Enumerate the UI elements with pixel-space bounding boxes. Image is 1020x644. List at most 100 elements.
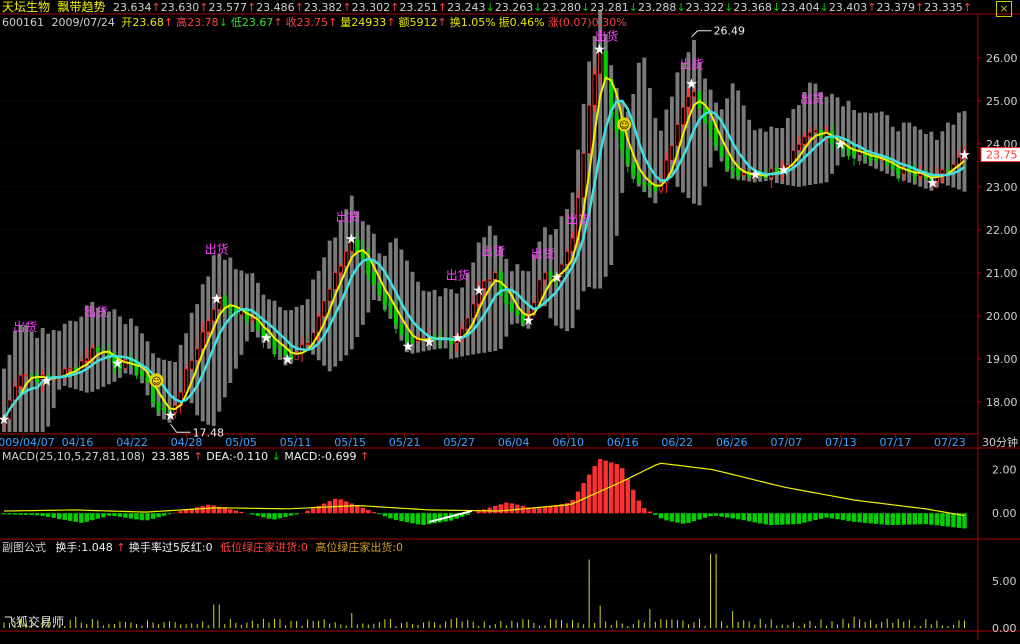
y-tick-label: 0.00 — [992, 622, 1017, 635]
star-icon: ★ — [685, 77, 698, 93]
dea-line — [3, 462, 965, 517]
candle-body — [802, 136, 807, 145]
candle-body — [669, 145, 674, 161]
high-signal-value: 高位绿庄家出货:0 — [315, 541, 404, 554]
candle-body — [277, 346, 283, 349]
arrow-up-icon: ↑ — [116, 541, 126, 554]
quote-strip: 开23.68↑ 高23.78↓ 低23.67↑ 收23.75↑ 量24933↑ 额5912… — [118, 16, 626, 29]
star-icon: ★ — [473, 283, 486, 299]
candle-body — [542, 272, 548, 281]
candle-body — [708, 122, 713, 129]
candle-body — [322, 300, 327, 317]
ticker-price: 23.404 — [781, 1, 820, 14]
candle-body — [719, 145, 724, 157]
ticker-price: 23.634 — [113, 1, 152, 14]
candle-body — [184, 368, 189, 393]
star-icon: ★ — [111, 356, 124, 372]
signal-label: 出货 — [531, 246, 555, 261]
stock-name: 天坛生物 — [2, 0, 51, 14]
turnover-value: 换手:1.048 — [55, 541, 113, 554]
candle-body — [344, 251, 349, 267]
y-tick-label: 21.00 — [986, 267, 1018, 280]
price-label-leader — [170, 423, 191, 433]
candle-body — [620, 129, 625, 150]
candle-body — [945, 169, 950, 172]
arrow-down-icon: ↓ — [724, 1, 734, 14]
sub-title: 副图公式 — [2, 541, 46, 554]
candle-body — [211, 309, 216, 322]
x-tick-label: 06/10 — [552, 436, 584, 449]
star-icon: ★ — [0, 412, 10, 428]
candle-body — [12, 385, 18, 401]
candle-body — [741, 172, 746, 176]
ticker-price: 23.288 — [637, 1, 677, 14]
y-tick-label: 0.00 — [992, 507, 1017, 520]
signal-label: 出货 — [680, 57, 704, 72]
arrow-down-icon: ↓ — [581, 1, 591, 14]
candle-body — [388, 303, 393, 309]
ticker-price: 23.368 — [733, 1, 772, 14]
current-price-label: 23.75 — [986, 149, 1018, 162]
y-tick-label: 26.00 — [986, 52, 1018, 65]
y-tick-label: 25.00 — [986, 95, 1018, 108]
arrow-up-icon: ↑ — [437, 1, 448, 14]
x-tick-label: 05/27 — [443, 436, 475, 449]
candle-body — [493, 272, 498, 280]
arrow-up-icon: ↑ — [915, 1, 925, 14]
y-tick-label: 20.00 — [986, 310, 1018, 323]
quote-item: 收23.75 — [285, 16, 329, 29]
candle-body — [537, 279, 542, 304]
signal-label: 出货 — [481, 244, 505, 259]
star-icon: ★ — [164, 408, 177, 424]
smiley-icon: ☺ — [151, 376, 161, 387]
chart-window: 18.00 19.00 20.00 21.00 22.00 23.00 24.00 25.00… — [0, 0, 1020, 644]
arrow-down-icon: ↓ — [628, 1, 638, 14]
candle-body — [686, 96, 691, 108]
quote-item: 量24933 — [340, 16, 387, 29]
star-icon: ★ — [926, 176, 939, 192]
star-icon: ★ — [451, 330, 464, 346]
ticker-price: 23.322 — [685, 1, 725, 14]
star-icon: ★ — [749, 167, 762, 183]
turnover5-value: 换手率过5反红:0 — [128, 541, 213, 554]
candle-body — [509, 302, 514, 312]
candle-body — [813, 129, 818, 133]
price-label: 17.48 — [193, 426, 225, 439]
candle-body — [90, 347, 95, 359]
ticker-price: 23.335 — [924, 1, 963, 14]
arrow-up-icon: ↑ — [390, 1, 400, 14]
candle-body — [730, 168, 735, 170]
candle-body — [587, 104, 592, 154]
ticker-price: 23.280 — [542, 1, 582, 14]
arrow-up-icon: ↑ — [151, 1, 161, 14]
price-label: 26.49 — [714, 25, 746, 38]
candle-body — [487, 279, 492, 282]
arrow-up-icon: ↑ — [246, 1, 257, 14]
close-button[interactable]: × — [996, 1, 1012, 17]
star-icon: ★ — [402, 339, 415, 355]
candle-body — [896, 168, 901, 175]
ticker-price: 23.630 — [160, 1, 200, 14]
candle-body — [564, 250, 570, 265]
star-icon: ★ — [345, 231, 358, 247]
ticker-price: 23.382 — [303, 1, 343, 14]
arrow-up-icon: ↑ — [360, 450, 370, 463]
candle-body — [642, 182, 647, 185]
quote-date: 2009/07/24 — [51, 16, 115, 29]
ticker-price: 23.243 — [447, 1, 486, 14]
sub-header: 副图公式 换手:1.048 ↑ 换手率过5反红:0 低位绿庄家进货:0 高位绿庄… — [2, 541, 403, 555]
star-icon: ★ — [958, 148, 971, 164]
x-tick-label: 05/15 — [334, 436, 366, 449]
ticker-price: 23.486 — [256, 1, 295, 14]
candle-body — [874, 158, 879, 161]
candle-body — [333, 272, 338, 290]
macd-title: MACD(25,10,5,27,81,108) — [2, 450, 146, 463]
y-tick-label: 23.00 — [986, 181, 1018, 194]
ticker-price: 23.577 — [208, 1, 247, 14]
timeframe-label: 30分钟 — [982, 435, 1018, 449]
dea-value: DEA:-0.110 — [206, 450, 269, 463]
x-tick-label: 05/21 — [389, 436, 421, 449]
star-icon: ★ — [777, 163, 790, 179]
ticker-price: 23.302 — [351, 1, 391, 14]
macd-header: MACD(25,10,5,27,81,108) 23.385 ↑ DEA:-0.… — [2, 450, 369, 464]
